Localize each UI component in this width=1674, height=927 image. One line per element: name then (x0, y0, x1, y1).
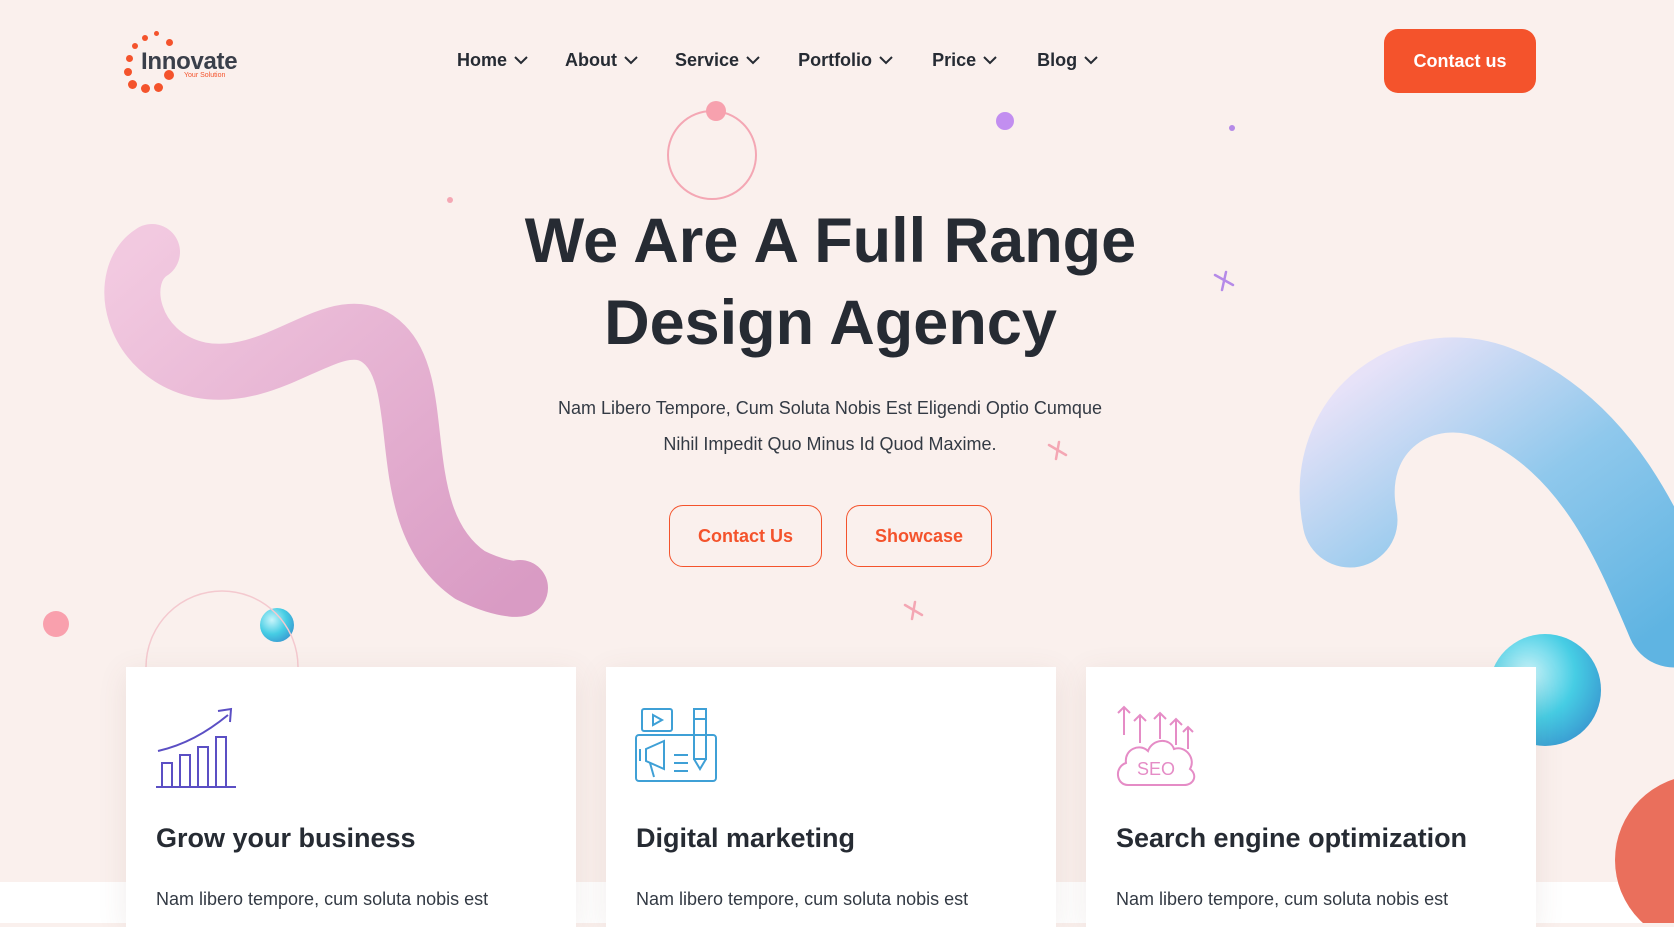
service-card-marketing[interactable]: Digital marketing Nam libero tempore, cu… (606, 667, 1056, 927)
growth-chart-icon (156, 707, 236, 788)
service-text: Nam libero tempore, cum soluta nobis est (156, 889, 489, 909)
service-title: Grow your business (156, 823, 416, 853)
small-cyan-ball (260, 608, 294, 642)
brand-tagline: Your Solution (184, 72, 226, 79)
chevron-down-icon (624, 56, 638, 65)
hero-title-line-1: We Are A Full Range (524, 206, 1137, 276)
contact-us-button[interactable]: Contact us (1384, 29, 1536, 93)
service-text: Nam libero tempore, cum soluta nobis est (1116, 889, 1449, 909)
service-title: Search engine optimization (1116, 823, 1468, 853)
blue-arc-shape (1299, 337, 1674, 668)
purple-dot-small (1229, 125, 1235, 131)
purple-dot (996, 112, 1014, 130)
hero-subtitle-line-2: Nihil Impedit Quo Minus Id Quod Maxime. (663, 434, 997, 454)
service-text: Nam libero tempore, cum soluta nobis est (636, 889, 969, 909)
pink-dot-top (706, 101, 726, 121)
main-nav: Home About Service Portfolio Price Blog (457, 50, 1098, 71)
logo-dot (141, 84, 150, 93)
chevron-down-icon (879, 56, 893, 65)
nav-item-blog[interactable]: Blog (1037, 50, 1098, 71)
logo-dot (126, 55, 133, 62)
logo-dot (142, 35, 148, 41)
chevron-down-icon (1084, 56, 1098, 65)
chevron-down-icon (514, 56, 528, 65)
pink-ring-top (667, 110, 757, 200)
pink-cross-lower (903, 600, 924, 621)
nav-label: Price (932, 50, 977, 70)
logo-dot (124, 68, 132, 76)
digital-marketing-icon (635, 708, 717, 782)
service-card-seo[interactable]: SEO Search engine optimization Nam liber… (1086, 667, 1536, 927)
nav-item-service[interactable]: Service (675, 50, 760, 71)
service-card-grow[interactable]: Grow your business Nam libero tempore, c… (126, 667, 576, 927)
hero-title: We Are A Full Range Design Agency (437, 200, 1224, 364)
nav-item-about[interactable]: About (565, 50, 638, 71)
hero-contact-button[interactable]: Contact Us (669, 505, 822, 567)
service-title: Digital marketing (636, 823, 856, 853)
hero-subtitle-line-1: Nam Libero Tempore, Cum Soluta Nobis Est… (558, 398, 1102, 418)
logo-dot (132, 43, 138, 49)
pink-dot-left (43, 611, 69, 637)
logo-dot (154, 31, 159, 36)
nav-item-price[interactable]: Price (932, 50, 997, 71)
hero-subtitle: Nam Libero Tempore, Cum Soluta Nobis Est… (537, 390, 1123, 462)
hero-title-line-2: Design Agency (604, 288, 1057, 358)
coral-corner-shape (1615, 779, 1674, 923)
nav-label: Portfolio (798, 50, 873, 70)
brand-logo[interactable]: Innovate Your Solution (124, 31, 244, 93)
nav-label: About (565, 50, 617, 70)
nav-label: Home (457, 50, 508, 70)
nav-item-portfolio[interactable]: Portfolio (798, 50, 893, 71)
chevron-down-icon (983, 56, 997, 65)
chevron-down-icon (746, 56, 760, 65)
nav-label: Blog (1037, 50, 1078, 70)
logo-dot (154, 83, 163, 92)
nav-label: Service (675, 50, 740, 70)
seo-icon-label: SEO (1137, 759, 1175, 779)
nav-item-home[interactable]: Home (457, 50, 528, 71)
seo-cloud-icon: SEO (1117, 705, 1196, 786)
hero-showcase-button[interactable]: Showcase (846, 505, 992, 567)
logo-dot (128, 80, 137, 89)
logo-dot (166, 39, 173, 46)
